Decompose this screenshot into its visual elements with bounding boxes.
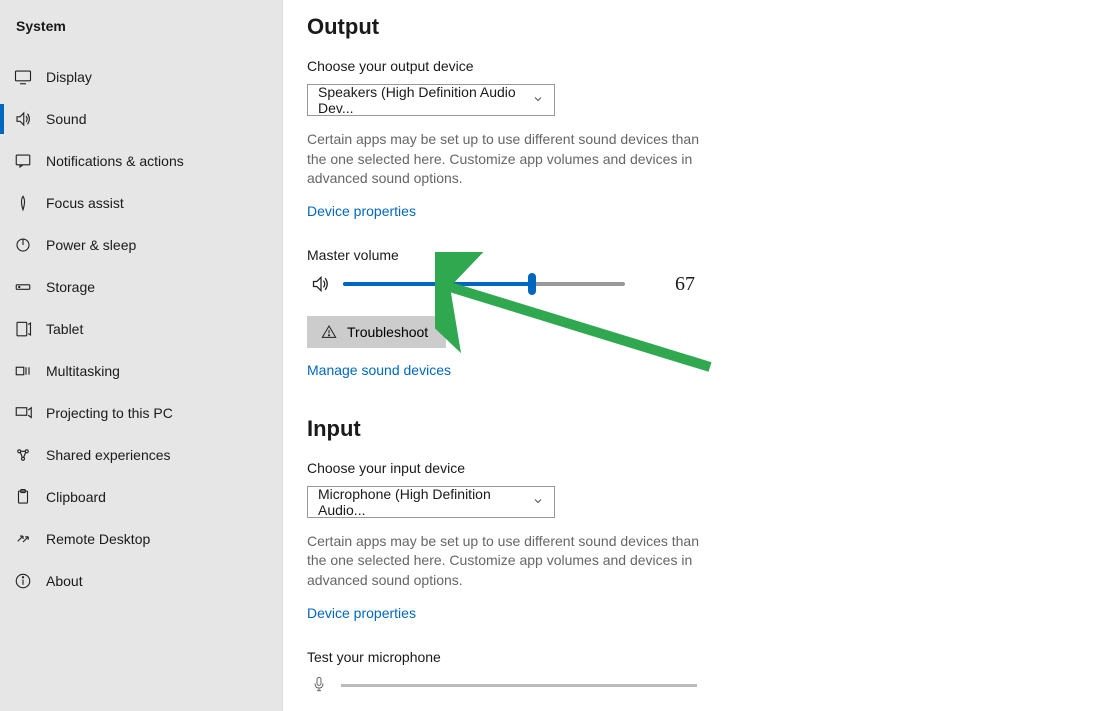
sidebar-item-label: Remote Desktop — [46, 531, 150, 547]
output-troubleshoot-button[interactable]: Troubleshoot — [307, 316, 446, 348]
output-device-value: Speakers (High Definition Audio Dev... — [318, 84, 532, 116]
chevron-down-icon — [532, 92, 544, 108]
input-section-title: Input — [307, 416, 1100, 442]
choose-output-label: Choose your output device — [307, 58, 1100, 74]
display-icon — [14, 68, 32, 86]
sound-settings-content: Output Choose your output device Speaker… — [283, 0, 1100, 711]
master-volume-slider[interactable] — [343, 282, 625, 286]
projecting-icon — [14, 404, 32, 422]
output-note: Certain apps may be set up to use differ… — [307, 130, 707, 189]
sidebar-item-label: Notifications & actions — [46, 153, 184, 169]
clipboard-icon — [14, 488, 32, 506]
master-volume-label: Master volume — [307, 247, 1100, 263]
sidebar-item-multitasking[interactable]: Multitasking — [0, 350, 282, 392]
sidebar-item-about[interactable]: About — [0, 560, 282, 602]
sidebar-item-notifications[interactable]: Notifications & actions — [0, 140, 282, 182]
remote-desktop-icon — [14, 530, 32, 548]
sidebar-item-label: Power & sleep — [46, 237, 136, 253]
slider-fill — [343, 282, 532, 286]
input-device-value: Microphone (High Definition Audio... — [318, 486, 532, 518]
output-manage-devices-link[interactable]: Manage sound devices — [307, 362, 451, 378]
chevron-down-icon — [532, 494, 544, 510]
sidebar-item-label: Tablet — [46, 321, 83, 337]
sidebar-item-label: Clipboard — [46, 489, 106, 505]
slider-thumb[interactable] — [528, 273, 536, 295]
warning-icon — [321, 324, 337, 340]
output-device-select[interactable]: Speakers (High Definition Audio Dev... — [307, 84, 555, 116]
test-mic-label: Test your microphone — [307, 649, 1100, 665]
sidebar-item-label: Shared experiences — [46, 447, 171, 463]
input-note: Certain apps may be set up to use differ… — [307, 532, 707, 591]
sidebar-item-label: About — [46, 573, 83, 589]
shared-experiences-icon — [14, 446, 32, 464]
power-icon — [14, 236, 32, 254]
input-device-select[interactable]: Microphone (High Definition Audio... — [307, 486, 555, 518]
choose-input-label: Choose your input device — [307, 460, 1100, 476]
sidebar-header: System — [0, 18, 282, 56]
sidebar-item-shared-experiences[interactable]: Shared experiences — [0, 434, 282, 476]
sidebar-item-focus-assist[interactable]: Focus assist — [0, 182, 282, 224]
sidebar-item-label: Sound — [46, 111, 86, 127]
sound-icon — [14, 110, 32, 128]
tablet-icon — [14, 320, 32, 338]
sidebar-item-label: Storage — [46, 279, 95, 295]
sidebar-item-tablet[interactable]: Tablet — [0, 308, 282, 350]
sidebar-item-remote-desktop[interactable]: Remote Desktop — [0, 518, 282, 560]
sidebar-item-sound[interactable]: Sound — [0, 98, 282, 140]
system-sidebar: System Display Sound Notifications & act… — [0, 0, 283, 711]
multitasking-icon — [14, 362, 32, 380]
volume-icon[interactable] — [311, 274, 331, 294]
input-device-properties-link[interactable]: Device properties — [307, 605, 416, 621]
mic-level-meter — [341, 684, 697, 687]
sidebar-item-label: Multitasking — [46, 363, 120, 379]
microphone-icon — [311, 675, 327, 696]
sidebar-item-power-sleep[interactable]: Power & sleep — [0, 224, 282, 266]
sidebar-item-label: Focus assist — [46, 195, 124, 211]
sidebar-item-label: Display — [46, 69, 92, 85]
about-icon — [14, 572, 32, 590]
master-volume-value: 67 — [675, 273, 695, 296]
troubleshoot-label: Troubleshoot — [347, 324, 428, 340]
focus-assist-icon — [14, 194, 32, 212]
sidebar-item-display[interactable]: Display — [0, 56, 282, 98]
sidebar-item-projecting[interactable]: Projecting to this PC — [0, 392, 282, 434]
notifications-icon — [14, 152, 32, 170]
sidebar-item-clipboard[interactable]: Clipboard — [0, 476, 282, 518]
storage-icon — [14, 278, 32, 296]
sidebar-item-label: Projecting to this PC — [46, 405, 173, 421]
output-device-properties-link[interactable]: Device properties — [307, 203, 416, 219]
sidebar-item-storage[interactable]: Storage — [0, 266, 282, 308]
output-section-title: Output — [307, 14, 1100, 40]
